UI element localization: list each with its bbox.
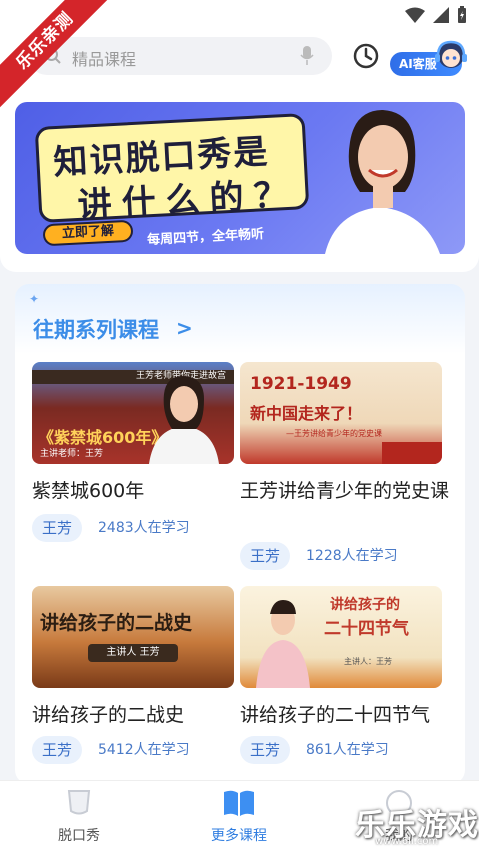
learner-count: 861人在学习 xyxy=(306,742,389,758)
history-clock-icon[interactable] xyxy=(352,42,380,70)
course-thumbnail[interactable]: 讲给孩子的二战史 主讲人 王芳 xyxy=(32,586,234,688)
ribbon-label: 乐乐亲测 xyxy=(0,0,110,110)
thumb-host-image xyxy=(256,600,310,688)
banner-subtitle: 每周四节，全年畅听 xyxy=(146,226,265,249)
thumb-sub-text: 主讲人 王芳 xyxy=(88,644,178,662)
ai-avatar-icon xyxy=(435,40,467,68)
mic-icon[interactable] xyxy=(300,46,314,66)
teacher-tag: 王芳 xyxy=(32,514,83,542)
watermark-url: www.6li.com xyxy=(375,836,439,847)
teacher-tag: 王芳 xyxy=(240,736,291,764)
thumb-sub-text: 主讲人：王芳 xyxy=(344,657,392,666)
course-thumbnail[interactable]: 讲给孩子的 二十四节气 主讲人：王芳 xyxy=(240,586,442,688)
thumb-sub-text: —王芳讲给青少年的党史课 xyxy=(286,429,382,438)
teacher-tag: 王芳 xyxy=(32,736,83,764)
book-icon xyxy=(224,790,254,816)
course-thumbnail[interactable]: 1921-1949 新中国走来了！ —王芳讲给青少年的党史课 xyxy=(240,362,442,464)
banner-title-line2: 讲什么的？ xyxy=(76,174,299,226)
host-portrait-image xyxy=(325,110,440,254)
tab-label: 脱口秀 xyxy=(58,828,100,844)
tab-more-courses[interactable]: 更多课程 xyxy=(189,789,289,845)
section-title[interactable]: 往期系列课程 xyxy=(33,314,159,344)
teacher-tag: 王芳 xyxy=(240,542,291,570)
section-more-arrow[interactable]: > xyxy=(176,316,193,340)
thumb-main-text: 讲给孩子的 xyxy=(330,597,400,613)
ai-service-button[interactable]: AI客服 xyxy=(390,38,470,78)
banner-title-card: 知识脱口秀是 讲什么的？ xyxy=(34,113,310,226)
brand-watermark: 乐乐游戏 www.6li.com xyxy=(355,800,478,850)
learner-count: 1228人在学习 xyxy=(306,548,398,564)
tab-talk-show[interactable]: 脱口秀 xyxy=(29,789,129,845)
battery-icon xyxy=(458,6,466,23)
learner-count: 2483人在学习 xyxy=(98,520,190,536)
cup-icon xyxy=(67,790,91,815)
banner-learn-more-button[interactable]: 立即了解 xyxy=(42,219,134,247)
course-title[interactable]: 紫禁城600年 xyxy=(32,476,242,506)
promo-banner[interactable]: 知识脱口秀是 讲什么的？ 立即了解 每周四节，全年畅听 xyxy=(15,102,465,254)
course-title[interactable]: 王芳讲给青少年的党史课 xyxy=(240,476,450,506)
thumb-host-image xyxy=(149,376,219,464)
thumb-main-text: 新中国走来了！ xyxy=(250,404,363,423)
course-section: ✦ 往期系列课程 > 王芳老师带你走进故宫 《紫禁城600年》 主讲老师：王芳 … xyxy=(15,284,465,784)
course-title[interactable]: 讲给孩子的二十四节气 xyxy=(240,700,450,730)
signal-icon xyxy=(433,7,449,23)
course-title[interactable]: 讲给孩子的二战史 xyxy=(32,700,242,730)
sparkle-icon: ✦ xyxy=(29,292,40,306)
learner-count: 5412人在学习 xyxy=(98,742,190,758)
tab-label: 更多课程 xyxy=(211,828,267,844)
thumb-top-text: 二十四节气 xyxy=(324,619,409,639)
wifi-icon xyxy=(405,7,425,23)
thumb-top-text: 1921-1949 xyxy=(250,374,352,394)
corner-ribbon: 乐乐亲测 xyxy=(0,0,110,110)
course-thumbnail[interactable]: 王芳老师带你走进故宫 《紫禁城600年》 主讲老师：王芳 xyxy=(32,362,234,464)
thumb-main-text: 讲给孩子的二战史 xyxy=(40,612,193,634)
thumb-sub-text: 主讲老师：王芳 xyxy=(40,449,104,459)
